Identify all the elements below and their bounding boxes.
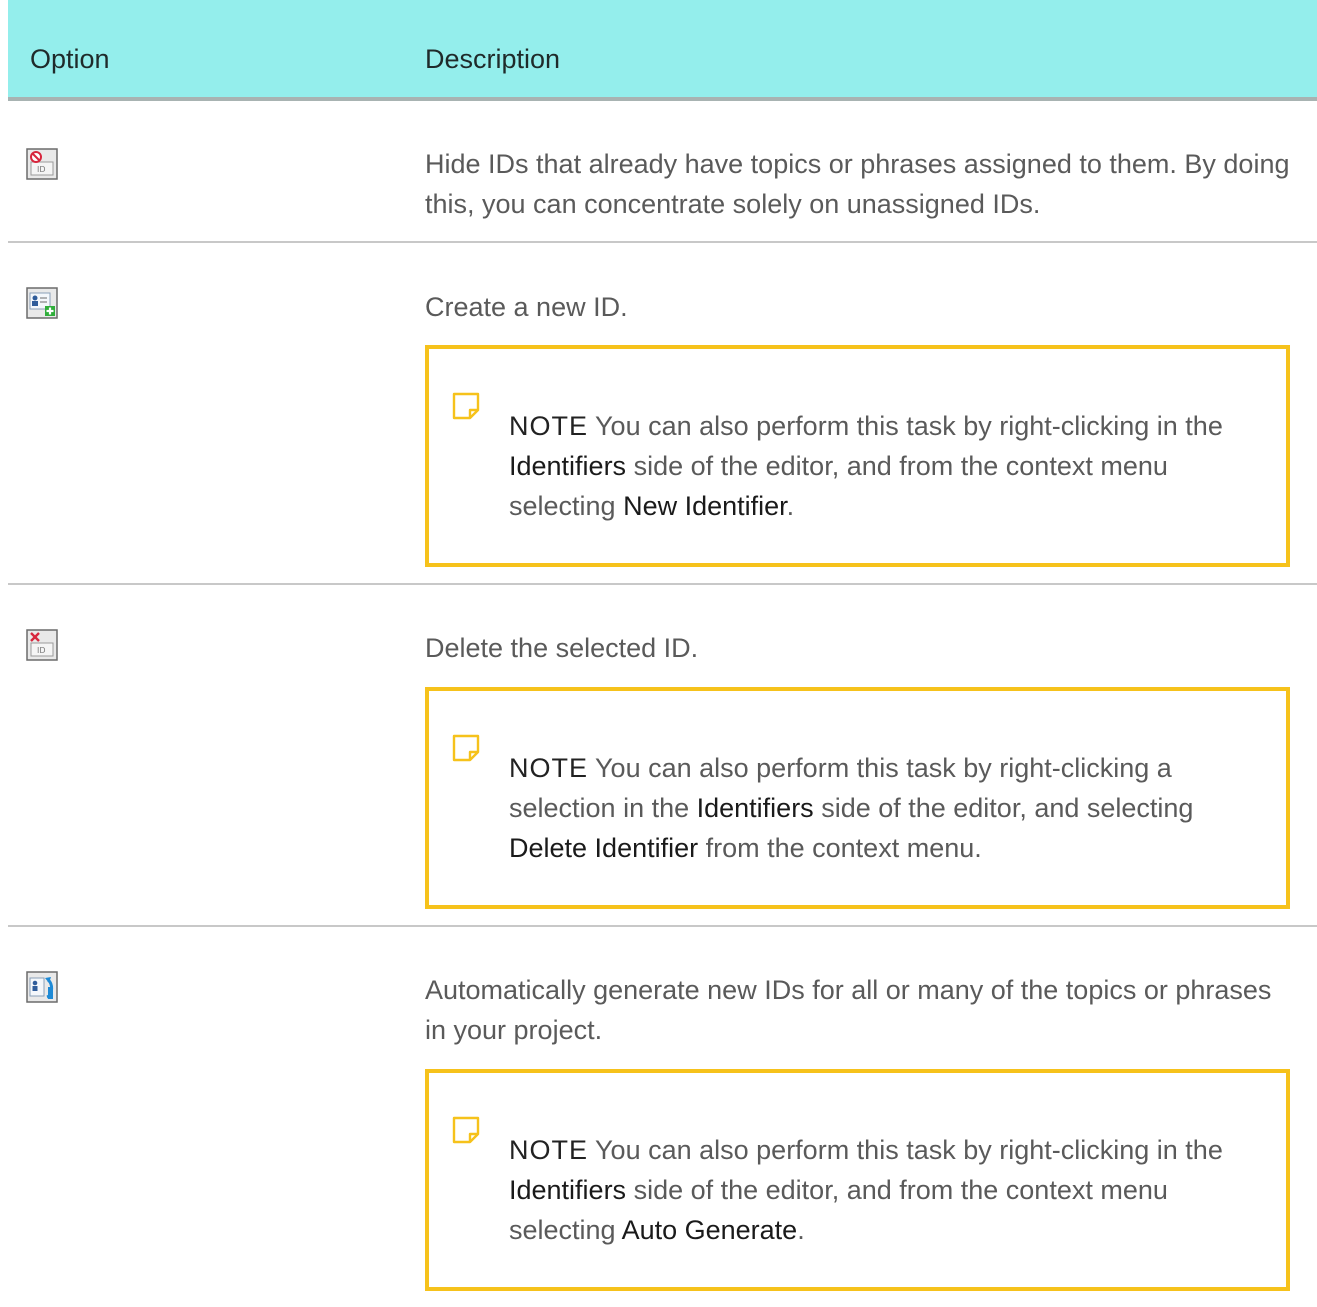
note-box: NOTE You can also perform this task by r… [425,687,1290,909]
note-segment: side of the editor, and selecting [813,793,1194,823]
note-text: NOTE You can also perform this task by r… [509,691,1286,868]
note-label: NOTE [509,753,589,783]
note-box: NOTE You can also perform this task by r… [425,1069,1290,1291]
note-emphasis: Identifiers [696,793,814,823]
note-emphasis: Identifiers [509,1175,627,1205]
new-id-button[interactable] [26,287,58,319]
table-row: Create a new ID. NOTE You can also perfo… [8,243,1317,585]
note-emphasis: New Identifier [623,491,787,521]
note-icon [452,734,480,762]
note-icon [452,1116,480,1144]
svg-text:ID: ID [37,165,46,174]
note-icon [452,392,480,420]
table-row: ID Hide IDs that already have topics or … [8,101,1317,243]
delete-id-button[interactable]: ID [26,629,58,661]
header-option: Option [30,44,110,74]
note-segment: . [797,1215,805,1245]
note-segment: . [786,491,795,521]
note-emphasis: Auto Generate [621,1215,798,1245]
note-text: NOTE You can also perform this task by r… [509,1073,1286,1250]
note-emphasis: Delete Identifier [509,833,699,863]
auto-generate-ids-button[interactable] [26,971,58,1003]
row-description: Automatically generate new IDs for all o… [425,975,1272,1045]
note-label: NOTE [509,411,589,441]
row-description: Delete the selected ID. [425,633,699,663]
note-segment: You can also perform this task by right-… [588,411,1223,441]
header-description: Description [425,44,561,74]
hide-assigned-ids-icon: ID [26,148,58,180]
auto-generate-ids-icon [26,971,58,1003]
note-box: NOTE You can also perform this task by r… [425,345,1290,567]
delete-id-icon: ID [26,629,58,661]
row-description: Create a new ID. [425,292,628,322]
options-table: Option Description ID Hide IDs that alre… [8,0,1317,1299]
table-row: Automatically generate new IDs for all o… [8,927,1317,1299]
note-segment: from the context menu. [698,833,982,863]
hide-assigned-ids-button[interactable]: ID [26,148,58,180]
row-description: Hide IDs that already have topics or phr… [425,149,1290,219]
note-emphasis: Identifiers [509,451,627,481]
table-row: ID Delete the selected ID. NOTE You can … [8,585,1317,927]
table-header: Option Description [8,0,1317,101]
new-id-icon [26,287,58,319]
note-segment: You can also perform this task by right-… [588,1135,1223,1165]
svg-text:ID: ID [37,646,46,655]
note-text: NOTE You can also perform this task by r… [509,349,1286,526]
note-label: NOTE [509,1135,589,1165]
